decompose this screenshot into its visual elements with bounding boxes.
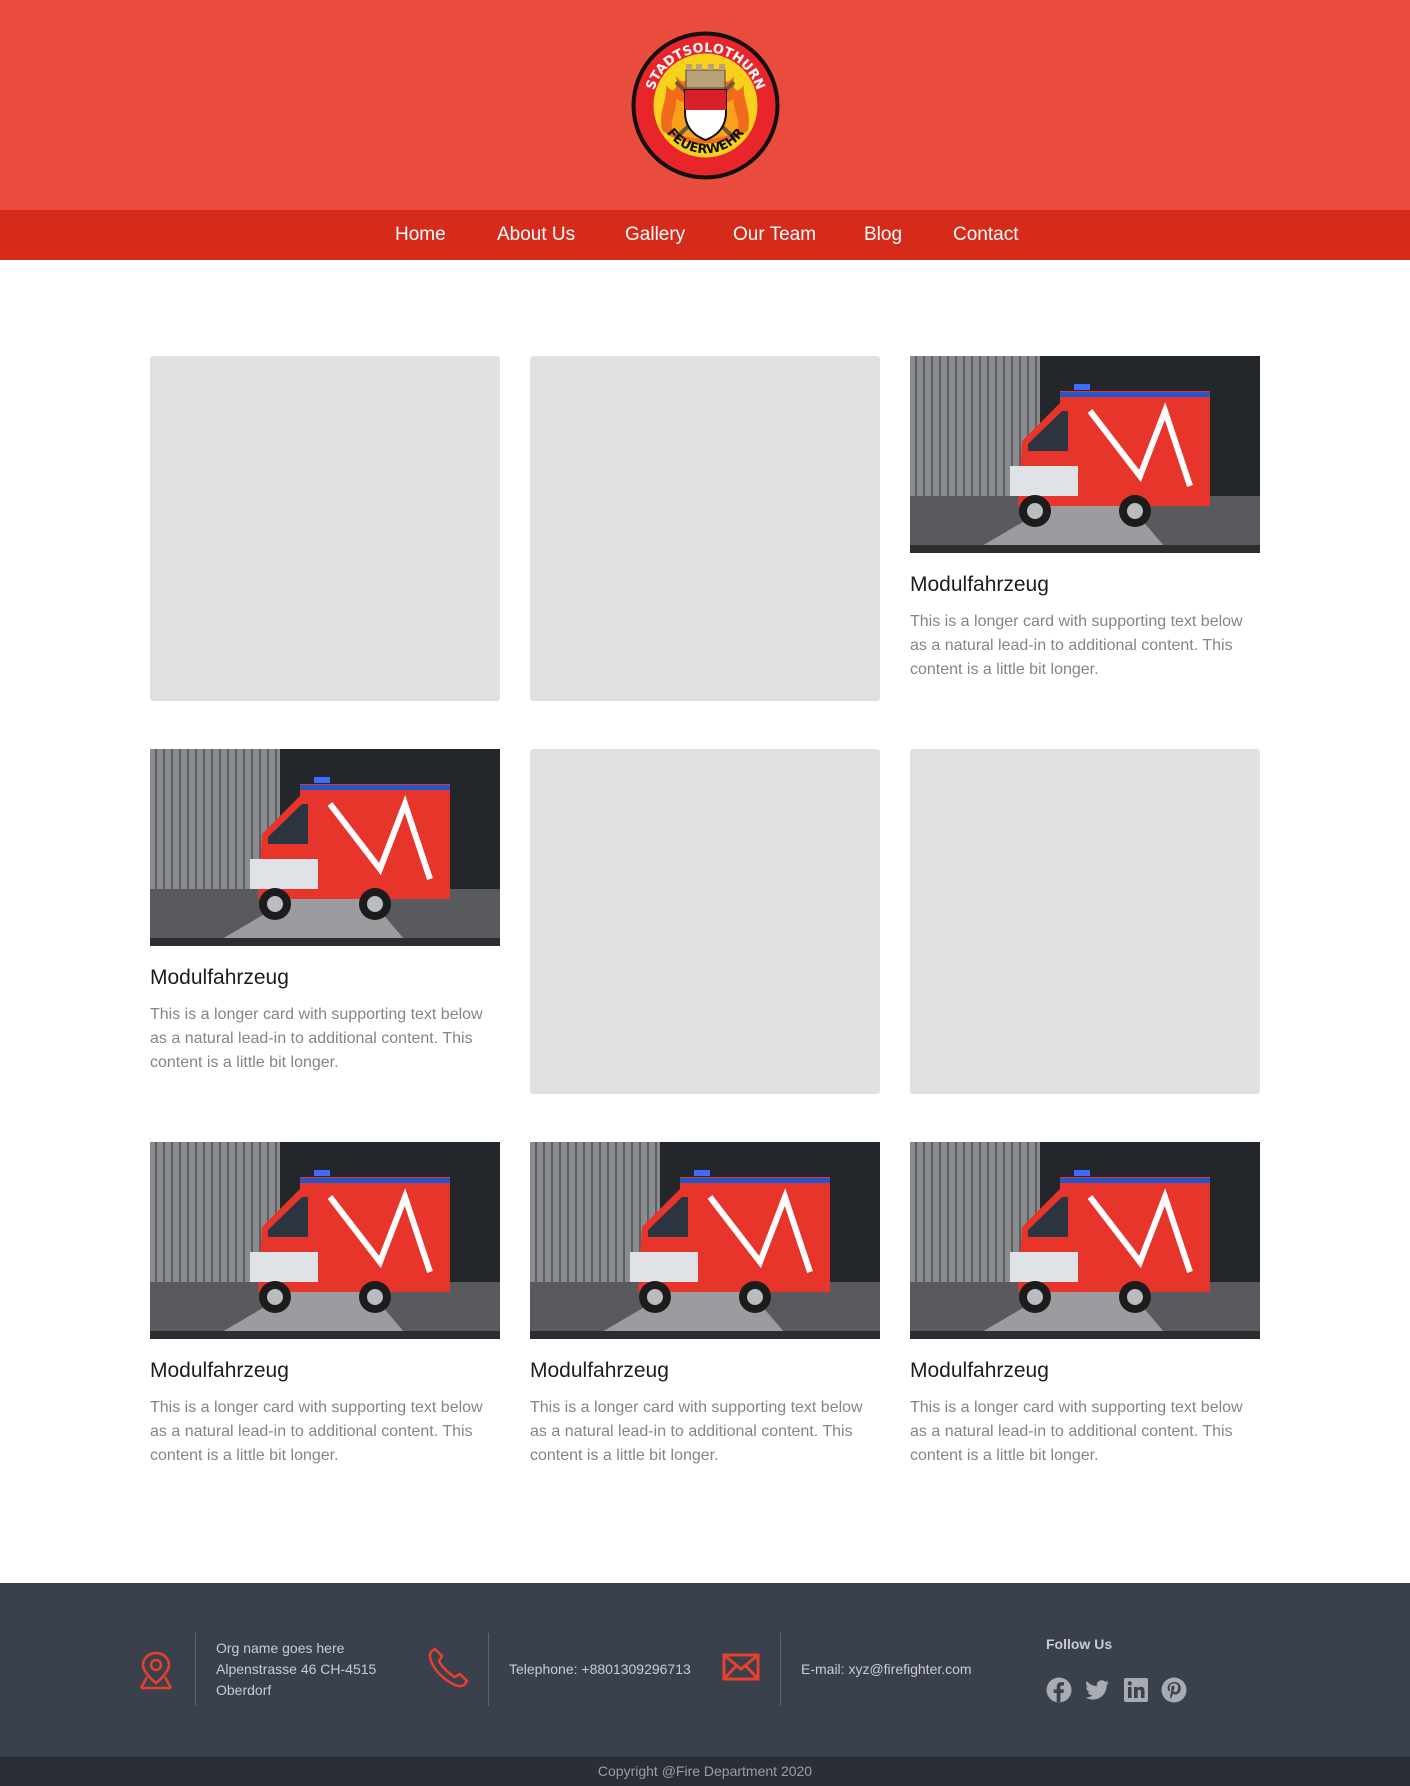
ambulance-image[interactable] xyxy=(910,1142,1260,1339)
nav-gallery[interactable]: Gallery xyxy=(625,210,685,260)
card-text: This is a longer card with supporting te… xyxy=(150,1006,483,1071)
footer-divider xyxy=(195,1633,196,1706)
nav-contact[interactable]: Contact xyxy=(953,210,1018,260)
gallery-placeholder xyxy=(530,749,880,1094)
footer-divider xyxy=(780,1633,781,1706)
card-text: This is a longer card with supporting te… xyxy=(150,1399,483,1464)
follow-us-title: Follow Us xyxy=(1046,1636,1113,1652)
copyright-text: Copyright @Fire Department 2020 xyxy=(597,1763,813,1779)
map-pin-icon xyxy=(139,1651,173,1690)
phone-icon xyxy=(428,1647,469,1688)
footer-telephone[interactable]: Telephone: +8801309296713 xyxy=(509,1659,691,1680)
nav-our-team[interactable]: Our Team xyxy=(733,210,816,260)
card-title: Modulfahrzeug xyxy=(910,1359,1049,1382)
card-text: This is a longer card with supporting te… xyxy=(910,1399,1243,1464)
copyright-bar: Copyright @Fire Department 2020 xyxy=(0,1757,1410,1786)
card-title: Modulfahrzeug xyxy=(150,966,289,989)
nav-home[interactable]: Home xyxy=(395,210,446,260)
nav-blog[interactable]: Blog xyxy=(864,210,902,260)
ambulance-image[interactable] xyxy=(530,1142,880,1339)
ambulance-image[interactable] xyxy=(150,1142,500,1339)
mail-icon xyxy=(722,1653,760,1681)
footer-city: Oberdorf xyxy=(216,1682,272,1698)
twitter-icon[interactable] xyxy=(1084,1677,1110,1703)
footer xyxy=(0,1583,1410,1757)
card-text: This is a longer card with supporting te… xyxy=(910,613,1243,678)
linkedin-icon[interactable] xyxy=(1123,1677,1149,1703)
footer-street: Alpenstrasse 46 CH-4515 xyxy=(216,1661,377,1677)
pinterest-icon[interactable] xyxy=(1161,1677,1187,1703)
gallery-placeholder xyxy=(150,356,500,701)
card-title: Modulfahrzeug xyxy=(150,1359,289,1382)
header-banner: STADTSOLOTHURN FEUERWEHR xyxy=(0,0,1410,210)
facebook-icon[interactable] xyxy=(1046,1677,1072,1703)
footer-org-name: Org name goes here xyxy=(216,1640,345,1656)
footer-email[interactable]: E-mail: xyz@firefighter.com xyxy=(801,1659,972,1680)
card-title: Modulfahrzeug xyxy=(530,1359,669,1382)
fire-department-logo[interactable]: STADTSOLOTHURN FEUERWEHR xyxy=(630,30,781,181)
main-nav: Home About Us Gallery Our Team Blog Cont… xyxy=(0,210,1410,260)
gallery-placeholder xyxy=(530,356,880,701)
ambulance-image[interactable] xyxy=(150,749,500,946)
ambulance-image[interactable] xyxy=(910,356,1260,553)
gallery-placeholder xyxy=(910,749,1260,1094)
card-text: This is a longer card with supporting te… xyxy=(530,1399,863,1464)
card-title: Modulfahrzeug xyxy=(910,573,1049,596)
nav-about-us[interactable]: About Us xyxy=(497,210,575,260)
footer-divider xyxy=(488,1633,489,1706)
